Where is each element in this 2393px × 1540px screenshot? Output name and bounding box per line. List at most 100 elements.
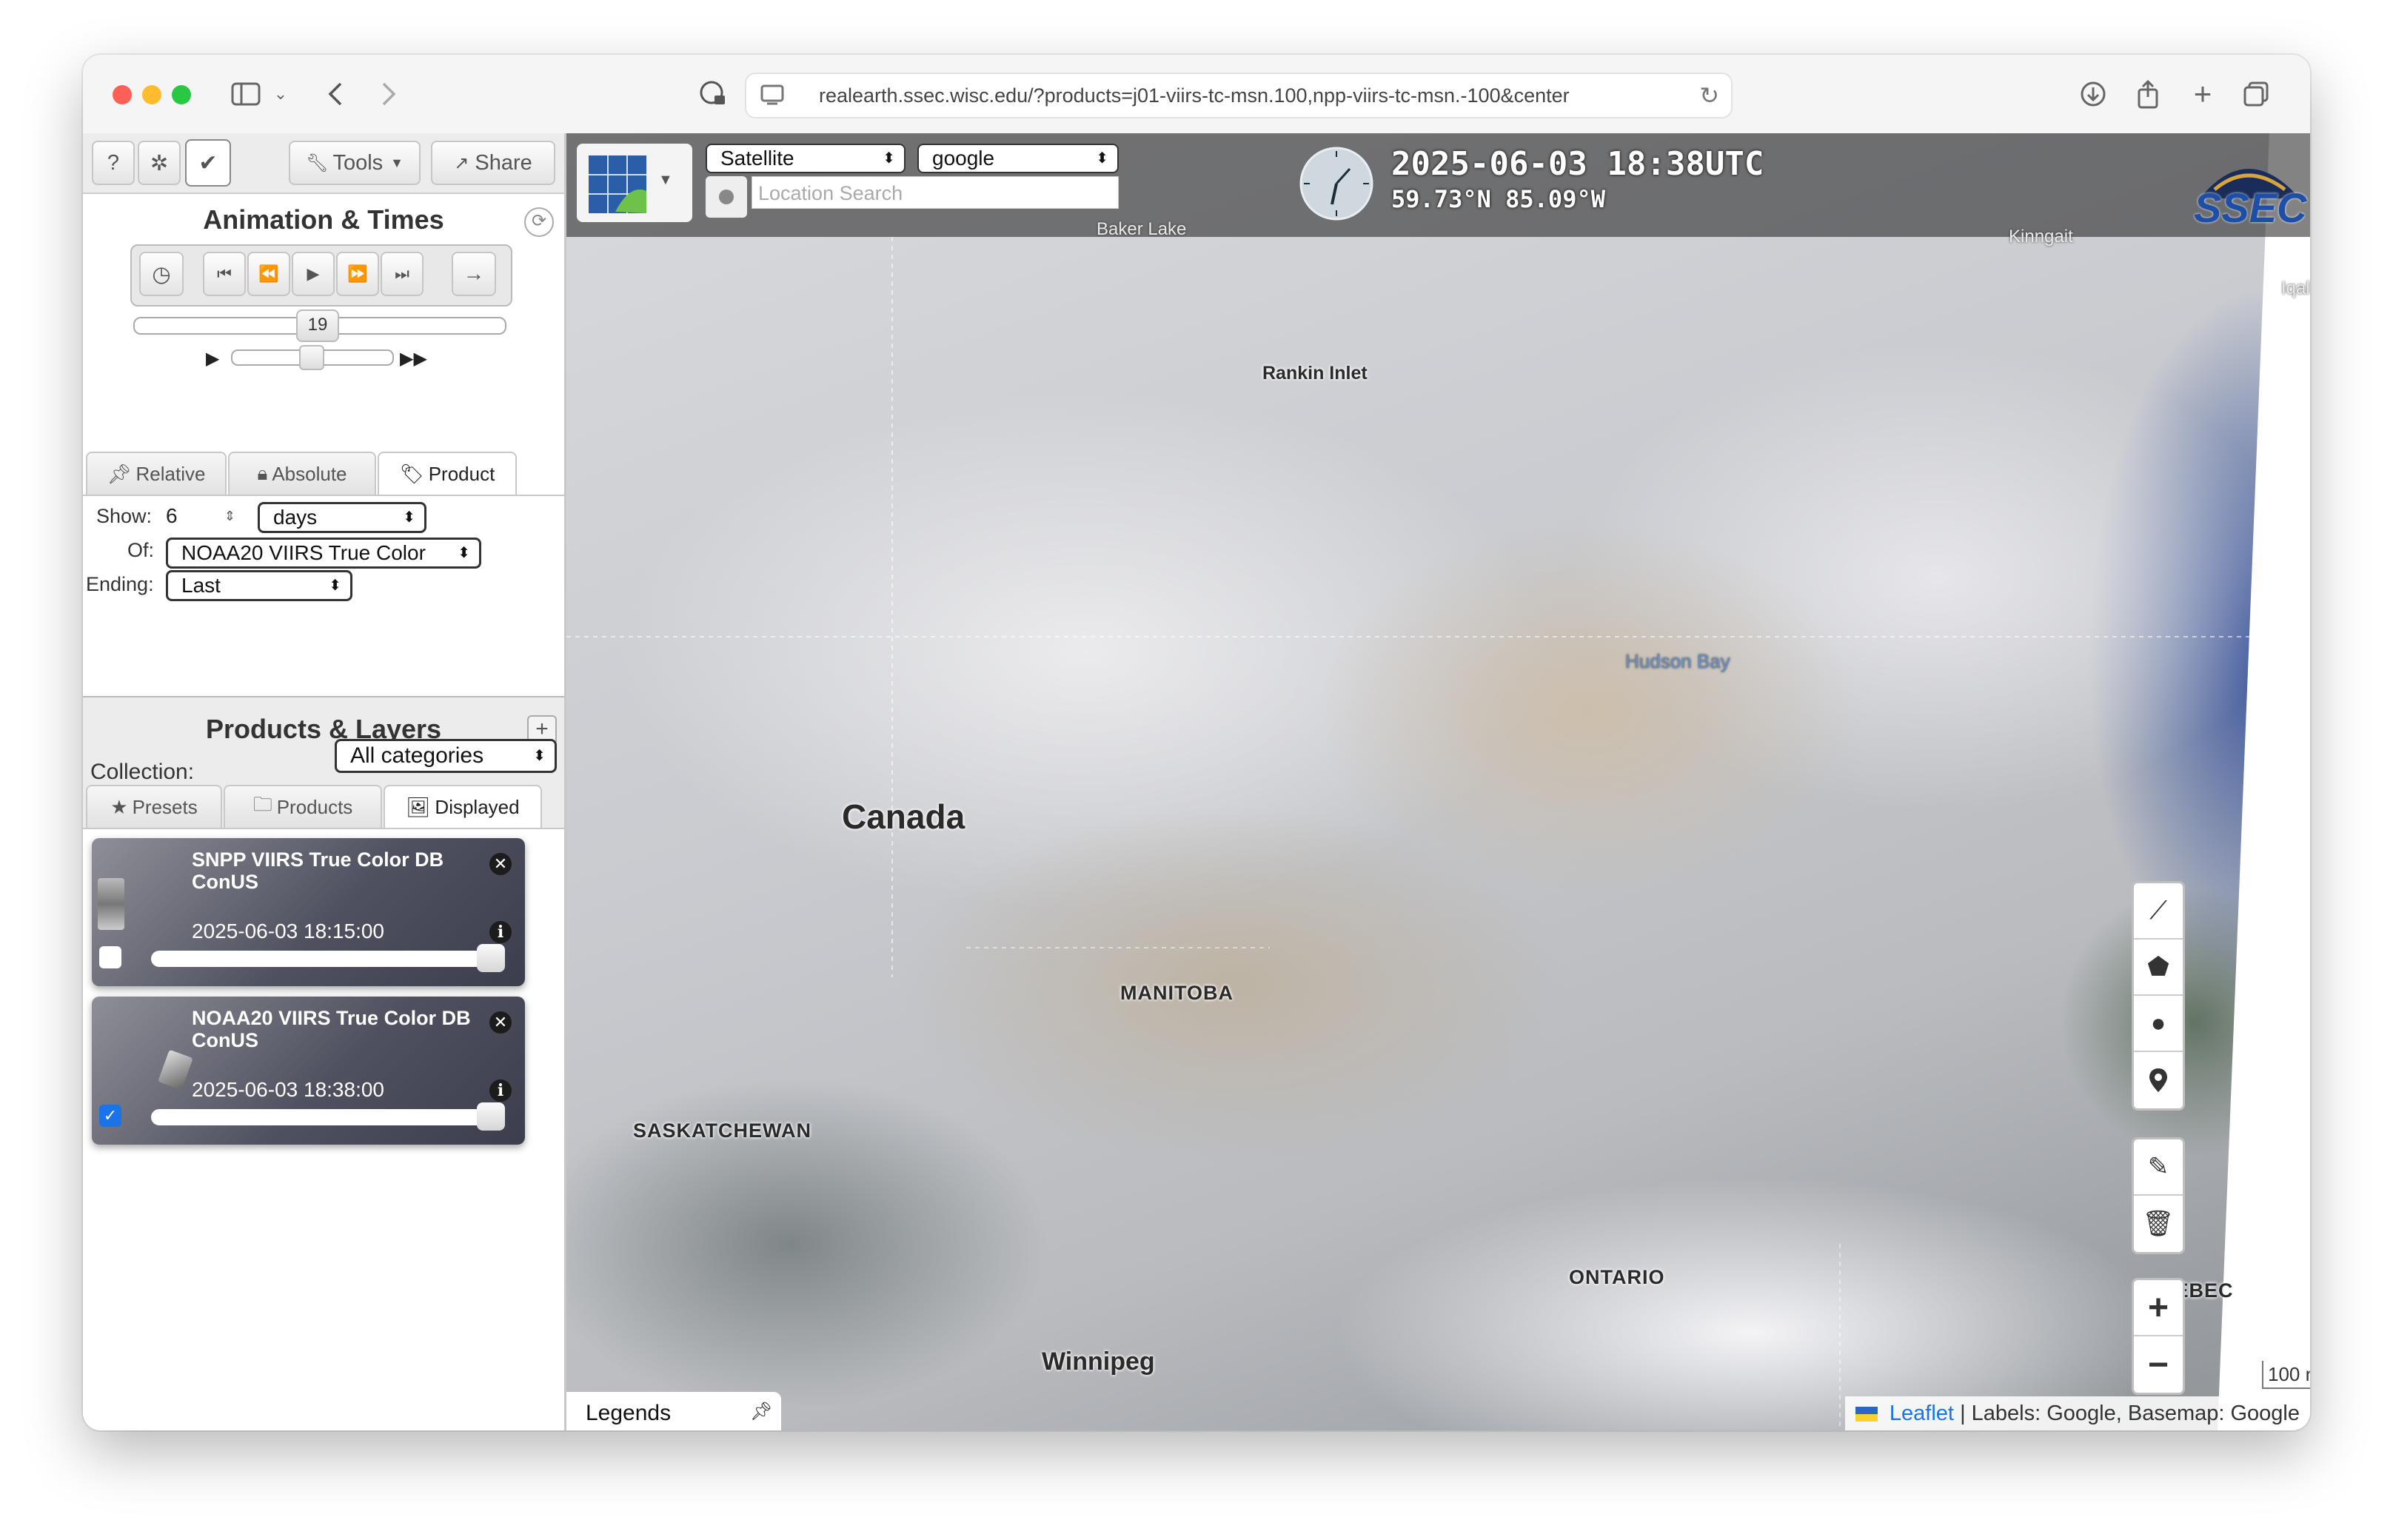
sidebar-toggle-icon[interactable] <box>224 76 268 113</box>
checkmark-button[interactable]: ✔ <box>185 139 231 187</box>
share-button[interactable]: ↗ Share <box>431 141 555 185</box>
legends-panel[interactable]: Legends 📌︎ <box>566 1392 781 1430</box>
url-text: realearth.ssec.wisc.edu/?products=j01-vi… <box>819 84 1570 107</box>
clock-button[interactable]: ◷ <box>139 252 184 296</box>
info-icon[interactable]: i <box>489 1079 512 1102</box>
tab-absolute[interactable]: 🔒︎ Absolute <box>228 452 376 495</box>
speed-slider-handle[interactable] <box>299 345 324 370</box>
draw-polygon-button[interactable]: ⬟ <box>2134 940 2183 996</box>
chevron-down-icon[interactable]: ⌄ <box>270 76 292 113</box>
product-select[interactable]: NOAA20 VIIRS True Color ⬍ <box>166 538 481 569</box>
layer-grid-button[interactable]: ▼ <box>577 144 692 222</box>
last-frame-button[interactable]: ⏭ <box>381 252 424 296</box>
place-label: Iqal <box>2281 278 2310 298</box>
tools-button[interactable]: 🔧︎ Tools ▼ <box>289 141 421 185</box>
clock-icon: ◷ <box>152 262 171 287</box>
step-forward-button[interactable]: ⏩ <box>336 252 379 296</box>
zoom-in-button[interactable]: + <box>2134 1280 2183 1336</box>
select-arrow-icon: ⬍ <box>883 150 895 167</box>
tab-products-label: Products <box>276 795 353 818</box>
unit-select[interactable]: days ⬍ <box>258 502 426 533</box>
tab-presets[interactable]: ★ Presets <box>86 785 222 828</box>
pentagon-icon: ⬟ <box>2147 953 2169 981</box>
basemap-select[interactable]: Satellite ⬍ <box>706 144 906 173</box>
tab-overview-icon[interactable] <box>2238 76 2275 113</box>
zoom-window-button[interactable] <box>172 85 191 104</box>
collection-value: All categories <box>350 743 484 768</box>
map-boundaries <box>566 133 2310 1430</box>
labels-select[interactable]: google ⬍ <box>917 144 1119 173</box>
draw-marker-button[interactable] <box>2134 1052 2183 1108</box>
settings-button[interactable]: ✲ <box>138 141 181 185</box>
tab-products[interactable]: 🗀 Products <box>224 785 382 828</box>
lock-icon: 🔒︎ <box>257 462 268 484</box>
tab-displayed-label: Displayed <box>435 795 520 818</box>
layer-opacity-handle[interactable] <box>477 1102 505 1131</box>
stepper-icon[interactable]: ⇕ <box>224 500 235 532</box>
water-label: Hudson Bay <box>1625 650 1730 672</box>
pin-icon[interactable]: 📌︎ <box>750 1401 772 1422</box>
map-view[interactable]: ▼ Satellite ⬍ google ⬍ Location Search 202… <box>566 133 2310 1430</box>
step-back-button[interactable]: ⏪ <box>247 252 290 296</box>
locate-button[interactable] <box>706 176 747 218</box>
back-arrow-icon[interactable] <box>317 76 354 113</box>
remove-layer-button[interactable]: ✕ <box>489 1011 512 1034</box>
ukraine-flag-icon <box>1855 1407 1878 1422</box>
layer-opacity-slider[interactable] <box>151 1109 492 1125</box>
legends-label: Legends <box>586 1401 672 1425</box>
displayed-layers-list: SNPP VIIRS True Color DB ConUS ✕ 2025-06… <box>83 828 564 1430</box>
map-datetime: 2025-06-03 18:38UTC <box>1391 145 1764 183</box>
tab-displayed[interactable]: 🖼︎ Displayed <box>384 785 542 828</box>
polyline-icon: ⟋ <box>2149 896 2167 925</box>
layer-visibility-checkbox[interactable]: ✓ <box>99 1105 121 1127</box>
layer-thumbnail <box>98 878 124 930</box>
first-frame-button[interactable]: ⏮ <box>203 252 246 296</box>
region-label: SASKATCHEWAN <box>633 1119 811 1142</box>
leaflet-link[interactable]: Leaflet <box>1890 1402 1954 1425</box>
layer-visibility-checkbox[interactable] <box>99 946 121 968</box>
delete-layers-button[interactable]: 🗑︎ <box>2134 1196 2183 1252</box>
layer-opacity-slider[interactable] <box>151 951 492 967</box>
close-window-button[interactable] <box>113 85 132 104</box>
share-icon[interactable] <box>2129 76 2166 113</box>
place-label: Baker Lake <box>1097 219 1187 239</box>
collection-label: Collection: <box>90 760 195 784</box>
reload-icon[interactable]: ↻ <box>1699 81 1719 110</box>
ending-select[interactable]: Last ⬍ <box>166 570 352 601</box>
ssec-logo[interactable]: SSEC <box>2192 147 2307 231</box>
edit-layers-button[interactable]: ✎ <box>2134 1139 2183 1196</box>
layer-opacity-handle[interactable] <box>477 944 505 972</box>
show-count-value: 6 <box>166 504 178 527</box>
show-count-input[interactable]: 6 ⇕ <box>166 500 238 532</box>
trash-icon: 🗑︎ <box>2142 1210 2175 1238</box>
remove-layer-button[interactable]: ✕ <box>489 853 512 875</box>
download-icon[interactable] <box>2075 76 2112 113</box>
collection-select[interactable]: All categories ⬍ <box>335 739 557 773</box>
caret-down-icon: ▼ <box>658 172 673 188</box>
draw-circle-button[interactable]: ● <box>2134 996 2183 1052</box>
location-search-input[interactable]: Location Search <box>752 176 1119 209</box>
layer-card[interactable]: SNPP VIIRS True Color DB ConUS ✕ 2025-06… <box>92 838 525 986</box>
help-button[interactable]: ? <box>92 141 135 185</box>
select-arrow-icon: ⬍ <box>533 748 546 764</box>
minimize-window-button[interactable] <box>142 85 161 104</box>
privacy-report-icon[interactable] <box>695 76 732 113</box>
forward-arrow-icon[interactable] <box>370 76 407 113</box>
zoom-out-button[interactable]: − <box>2134 1336 2183 1393</box>
tab-relative[interactable]: 📌︎ Relative <box>86 452 227 495</box>
info-icon[interactable]: i <box>489 921 512 943</box>
draw-line-button[interactable]: ⟋ <box>2134 883 2183 940</box>
tools-label: Tools <box>332 150 384 175</box>
unit-value: days <box>273 506 318 529</box>
layer-card[interactable]: NOAA20 VIIRS True Color DB ConUS ✕ 2025-… <box>92 997 525 1145</box>
tab-product[interactable]: 🏷︎ Product <box>378 452 517 495</box>
new-tab-icon[interactable]: + <box>2184 76 2221 113</box>
play-button[interactable]: ▶ <box>292 252 335 296</box>
next-button[interactable]: → <box>452 252 496 296</box>
refresh-icon[interactable]: ⟳ <box>524 207 554 237</box>
rewind-icon: ⏪ <box>258 264 279 283</box>
address-bar[interactable]: realearth.ssec.wisc.edu/?products=j01-vi… <box>745 73 1733 118</box>
select-arrow-icon: ⬍ <box>453 540 470 566</box>
ssec-logo-text: SSEC <box>2194 184 2307 231</box>
frame-slider-handle[interactable]: 19 <box>296 309 339 342</box>
